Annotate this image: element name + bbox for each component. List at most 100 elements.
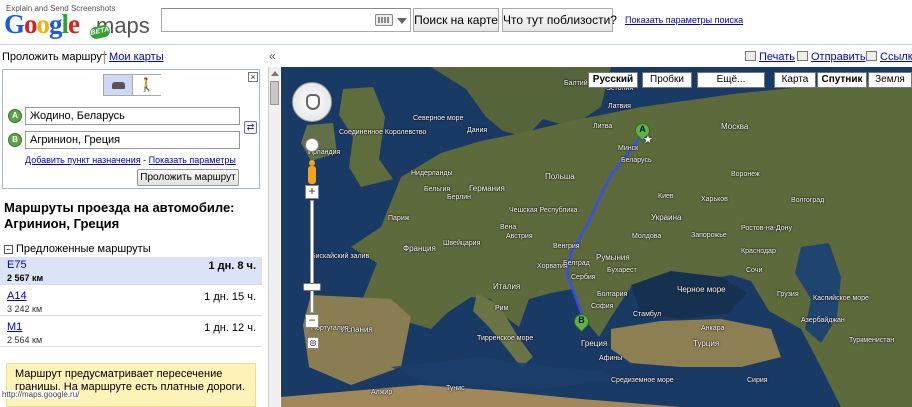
map-label: Киев bbox=[658, 193, 674, 200]
map-label: Чешская Республика bbox=[509, 207, 578, 214]
zoom-in-button[interactable]: + bbox=[305, 185, 319, 199]
more-layers-button[interactable]: Ещё... bbox=[697, 72, 765, 88]
suggested-routes-header[interactable]: − Предложенные маршруты bbox=[4, 243, 151, 255]
pan-control[interactable] bbox=[292, 82, 332, 122]
printer-icon bbox=[745, 51, 756, 61]
map-type-map-button[interactable]: Карта bbox=[774, 72, 816, 88]
route-option[interactable]: M1 2 564 км 1 дн. 12 ч. bbox=[0, 319, 262, 347]
zoom-slider-thumb[interactable] bbox=[303, 283, 321, 291]
to-field[interactable] bbox=[25, 131, 240, 149]
send-label: Отправить bbox=[811, 51, 866, 63]
route-name[interactable]: A14 bbox=[7, 290, 27, 302]
tab-my-maps[interactable]: Мои карты bbox=[109, 51, 164, 63]
map-label: Беларусь bbox=[621, 157, 652, 164]
walking-mode-icon[interactable]: 🚶 bbox=[133, 75, 161, 95]
tab-separator bbox=[104, 51, 105, 64]
print-link[interactable]: Печать bbox=[745, 51, 795, 63]
map-label: Дания bbox=[467, 127, 488, 134]
map-label: Рим bbox=[495, 305, 509, 312]
search-map-button[interactable]: Поиск на карте bbox=[413, 8, 499, 32]
map-label: Румыния bbox=[596, 253, 630, 262]
route-option[interactable]: A14 3 242 км 1 дн. 15 ч. bbox=[0, 288, 262, 316]
route-name[interactable]: M1 bbox=[7, 321, 22, 333]
compass-icon[interactable] bbox=[305, 138, 319, 152]
add-destination-link[interactable]: Добавить пункт назначения bbox=[25, 155, 141, 165]
map-label: Сербия bbox=[571, 274, 596, 281]
satellite-imagery bbox=[281, 67, 912, 407]
map-label: Белград bbox=[563, 260, 590, 267]
scroll-thumb[interactable] bbox=[270, 81, 279, 105]
search-input[interactable] bbox=[162, 9, 372, 31]
map-label: Париж bbox=[388, 215, 410, 222]
keyboard-icon[interactable] bbox=[375, 14, 393, 26]
pegman-body bbox=[308, 166, 316, 184]
link-link[interactable]: Ссылка bbox=[866, 51, 912, 63]
route-warning: Маршрут предусматривает пересечение гран… bbox=[6, 363, 256, 407]
chevron-down-icon[interactable] bbox=[397, 18, 407, 24]
map-label: Стамбул bbox=[633, 311, 662, 318]
print-label: Печать bbox=[759, 51, 796, 63]
show-options-link[interactable]: Показать параметры bbox=[149, 155, 236, 165]
map-label: Австрия bbox=[506, 233, 533, 240]
map-label: Берлин bbox=[447, 194, 472, 201]
route-distance: 2 567 км bbox=[7, 273, 44, 283]
route-name: E75 bbox=[7, 259, 27, 271]
map-label: Средиземное море bbox=[611, 377, 674, 384]
tabs-strip: Проложить маршрут Мои карты « Печать Отп… bbox=[0, 44, 912, 67]
hand-icon bbox=[306, 94, 320, 110]
get-directions-button[interactable]: Проложить маршрут bbox=[137, 169, 239, 186]
map-label: Венгрия bbox=[553, 243, 580, 250]
map-label: Афины bbox=[599, 355, 623, 362]
marker-a-icon: A bbox=[8, 109, 22, 123]
map-label: Греция bbox=[581, 339, 608, 348]
google-maps-logo[interactable]: Explain and Send Screenshots Google maps… bbox=[4, 4, 154, 40]
swap-direction-icon[interactable]: ⇄ bbox=[244, 121, 257, 134]
envelope-icon bbox=[797, 51, 808, 61]
zoom-out-button[interactable]: − bbox=[305, 314, 319, 328]
close-icon[interactable]: × bbox=[248, 72, 258, 82]
pegman-icon[interactable] bbox=[307, 160, 317, 186]
form-links: Добавить пункт назначения - Показать пар… bbox=[25, 155, 236, 165]
map-view[interactable]: Балтийское море Северное море Соединенно… bbox=[281, 67, 912, 407]
send-link[interactable]: Отправить bbox=[797, 51, 866, 63]
map-type-terrain-button[interactable]: Земля bbox=[868, 72, 912, 88]
star-icon: ★ bbox=[643, 134, 653, 146]
map-label: Турция bbox=[693, 339, 720, 348]
route-end-marker[interactable]: B bbox=[570, 310, 593, 336]
car-mode-icon[interactable] bbox=[104, 75, 133, 95]
map-label: Харьков bbox=[701, 196, 728, 203]
map-label: Италия bbox=[493, 282, 521, 291]
route-option[interactable]: E75 2 567 км 1 дн. 8 ч. bbox=[0, 257, 262, 285]
tab-directions[interactable]: Проложить маршрут bbox=[2, 51, 107, 63]
map-label: Бискайский залив bbox=[311, 253, 370, 260]
whats-nearby-button[interactable]: Что тут поблизости? bbox=[502, 8, 617, 32]
logo-google-wordmark: Google bbox=[4, 9, 80, 39]
map-type-satellite-button[interactable]: Спутник bbox=[817, 72, 867, 88]
panel-scrollbar[interactable] bbox=[268, 67, 280, 407]
marker-label: B bbox=[578, 315, 585, 325]
link-label: Ссылка bbox=[880, 51, 912, 63]
map-label: София bbox=[591, 303, 614, 310]
map-label: Украина bbox=[651, 213, 682, 222]
route-time: 1 дн. 15 ч. bbox=[204, 291, 256, 303]
language-button[interactable]: Русский bbox=[588, 72, 638, 88]
map-label: Болгария bbox=[597, 291, 628, 298]
collapse-panel-icon[interactable]: « bbox=[269, 49, 276, 63]
routes-title: Маршруты проезда на автомобиле: Агринион… bbox=[4, 200, 235, 231]
route-time: 1 дн. 12 ч. bbox=[204, 322, 256, 334]
marker-b-icon: B bbox=[8, 133, 22, 147]
map-label: Грузия bbox=[777, 291, 799, 298]
map-label: Бельгия bbox=[424, 186, 451, 193]
overview-map-icon[interactable]: ◎ bbox=[307, 337, 319, 349]
directions-panel: 🚶 × A ⇄ B Добавить пункт назначения - По… bbox=[0, 67, 268, 407]
map-label: Сирия bbox=[747, 377, 768, 384]
search-options-link[interactable]: Показать параметры поиска bbox=[625, 15, 743, 25]
map-label: Нидерланды bbox=[411, 170, 453, 177]
map-label: Воронеж bbox=[731, 171, 760, 178]
traffic-button[interactable]: Пробки bbox=[642, 72, 692, 88]
map-label: Ростов-на-Дону bbox=[741, 225, 792, 232]
from-field[interactable] bbox=[25, 107, 240, 125]
zoom-slider-track[interactable] bbox=[310, 200, 314, 313]
map-label: Запорожье bbox=[691, 232, 727, 239]
scroll-up-icon[interactable] bbox=[271, 71, 279, 76]
